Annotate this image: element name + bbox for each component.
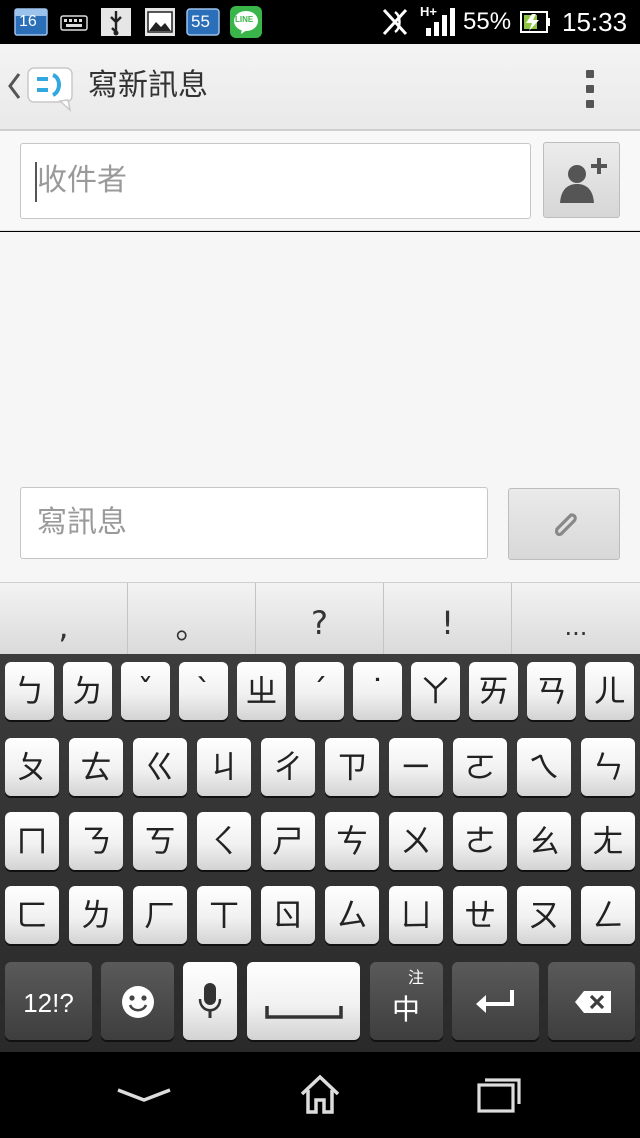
picture-icon	[145, 8, 175, 36]
calendar-day: 16	[19, 13, 37, 30]
usb-icon	[101, 8, 131, 36]
key-ei[interactable]: ㄟ	[517, 738, 571, 796]
add-contact-button[interactable]	[543, 142, 620, 218]
action-bar: 寫新訊息	[0, 44, 640, 131]
keyboard: ㄅ ㄉ ˇ ˋ ㄓ ˊ ˙ ㄚ ㄞ ㄢ ㄦ ㄆ ㄊ ㄍ ㄐ ㄔ ㄗ ㄧ ㄛ ㄟ …	[0, 654, 640, 1052]
key-ai[interactable]: ㄞ	[469, 662, 518, 720]
punct-key-comma[interactable]: ,	[0, 583, 128, 655]
key-er[interactable]: ㄦ	[585, 662, 634, 720]
key-tone3[interactable]: ˇ	[121, 662, 170, 720]
back-chevron-icon[interactable]	[6, 68, 22, 104]
key-m[interactable]: ㄇ	[5, 812, 59, 870]
key-d[interactable]: ㄉ	[63, 662, 112, 720]
key-tone5[interactable]: ˙	[353, 662, 402, 720]
status-bar: 16 55 LINE H+ 55% 15:33	[0, 0, 640, 44]
text-cursor	[35, 162, 37, 202]
hide-keyboard-icon[interactable]	[114, 1072, 174, 1116]
key-a[interactable]: ㄚ	[411, 662, 460, 720]
symbols-key-label: 12!?	[23, 988, 74, 1018]
punct-key-ellipsis[interactable]: ...	[512, 583, 640, 655]
recipient-placeholder: 收件者	[37, 163, 127, 198]
message-input[interactable]: 寫訊息	[20, 487, 488, 559]
backspace-key[interactable]	[548, 962, 635, 1040]
key-j[interactable]: ㄐ	[197, 738, 251, 796]
battery-percent: 55%	[463, 8, 512, 35]
key-ao[interactable]: ㄠ	[517, 812, 571, 870]
line-badge-text: LINE	[235, 15, 254, 24]
key-s[interactable]: ㄙ	[325, 886, 379, 944]
key-u[interactable]: ㄨ	[389, 812, 443, 870]
punct-key-question[interactable]: ?	[256, 583, 384, 655]
page-title: 寫新訊息	[88, 68, 208, 103]
key-eng[interactable]: ㄥ	[581, 886, 635, 944]
key-l[interactable]: ㄌ	[69, 886, 123, 944]
paperclip-icon	[554, 513, 577, 537]
home-icon[interactable]	[296, 1072, 344, 1116]
space-key[interactable]	[247, 962, 360, 1040]
key-eh[interactable]: ㄝ	[453, 886, 507, 944]
key-p[interactable]: ㄆ	[5, 738, 59, 796]
key-an[interactable]: ㄢ	[527, 662, 576, 720]
voice-input-key[interactable]	[183, 962, 237, 1040]
message-placeholder: 寫訊息	[37, 505, 127, 540]
key-sh[interactable]: ㄕ	[261, 812, 315, 870]
recent-apps-icon[interactable]	[474, 1072, 524, 1116]
key-zh[interactable]: ㄓ	[237, 662, 286, 720]
space-bar-icon	[265, 1006, 343, 1019]
notification-count: 55	[191, 12, 210, 31]
key-f[interactable]: ㄈ	[5, 886, 59, 944]
key-n[interactable]: ㄋ	[69, 812, 123, 870]
key-e[interactable]: ㄜ	[453, 812, 507, 870]
punctuation-suggestion-row: , 。 ? ! ...	[0, 582, 640, 655]
punct-key-exclaim[interactable]: !	[384, 583, 512, 655]
recipient-input[interactable]: 收件者	[20, 143, 531, 219]
key-tone4[interactable]: ˋ	[179, 662, 228, 720]
key-t[interactable]: ㄊ	[69, 738, 123, 796]
chinese-label: 中	[392, 993, 421, 1026]
key-yu[interactable]: ㄩ	[389, 886, 443, 944]
key-c[interactable]: ㄘ	[325, 812, 379, 870]
key-o[interactable]: ㄛ	[453, 738, 507, 796]
overflow-menu-icon[interactable]	[572, 66, 608, 112]
nfc-off-icon	[382, 8, 408, 36]
clock: 15:33	[562, 7, 628, 37]
key-x[interactable]: ㄒ	[197, 886, 251, 944]
key-ch[interactable]: ㄔ	[261, 738, 315, 796]
microphone-icon	[198, 983, 222, 1018]
enter-icon	[476, 990, 514, 1013]
enter-key[interactable]	[452, 962, 539, 1040]
emoji-key[interactable]	[101, 962, 174, 1040]
messaging-app-icon[interactable]	[26, 64, 76, 112]
key-r[interactable]: ㄖ	[261, 886, 315, 944]
punct-key-period[interactable]: 。	[128, 583, 256, 655]
battery-icon	[520, 11, 550, 33]
navigation-bar	[0, 1052, 640, 1138]
key-g[interactable]: ㄍ	[133, 738, 187, 796]
add-person-icon	[560, 158, 607, 203]
zhuyin-label: 注	[408, 968, 425, 987]
recipient-area: 收件者	[0, 131, 640, 231]
key-q[interactable]: ㄑ	[197, 812, 251, 870]
key-en[interactable]: ㄣ	[581, 738, 635, 796]
key-z[interactable]: ㄗ	[325, 738, 379, 796]
key-h[interactable]: ㄏ	[133, 886, 187, 944]
conversation-area: 寫訊息	[0, 232, 640, 582]
backspace-icon	[575, 991, 611, 1013]
symbols-key[interactable]: 12!?	[5, 962, 92, 1040]
signal-icon	[426, 8, 455, 36]
key-ang[interactable]: ㄤ	[581, 812, 635, 870]
key-ou[interactable]: ㄡ	[517, 886, 571, 944]
language-switch-key[interactable]: 注 中	[370, 962, 443, 1040]
smiley-icon	[122, 986, 154, 1018]
key-i[interactable]: ㄧ	[389, 738, 443, 796]
keyboard-icon	[60, 15, 88, 31]
attach-button[interactable]	[508, 488, 620, 560]
key-k[interactable]: ㄎ	[133, 812, 187, 870]
key-tone2[interactable]: ˊ	[295, 662, 344, 720]
key-b[interactable]: ㄅ	[5, 662, 54, 720]
